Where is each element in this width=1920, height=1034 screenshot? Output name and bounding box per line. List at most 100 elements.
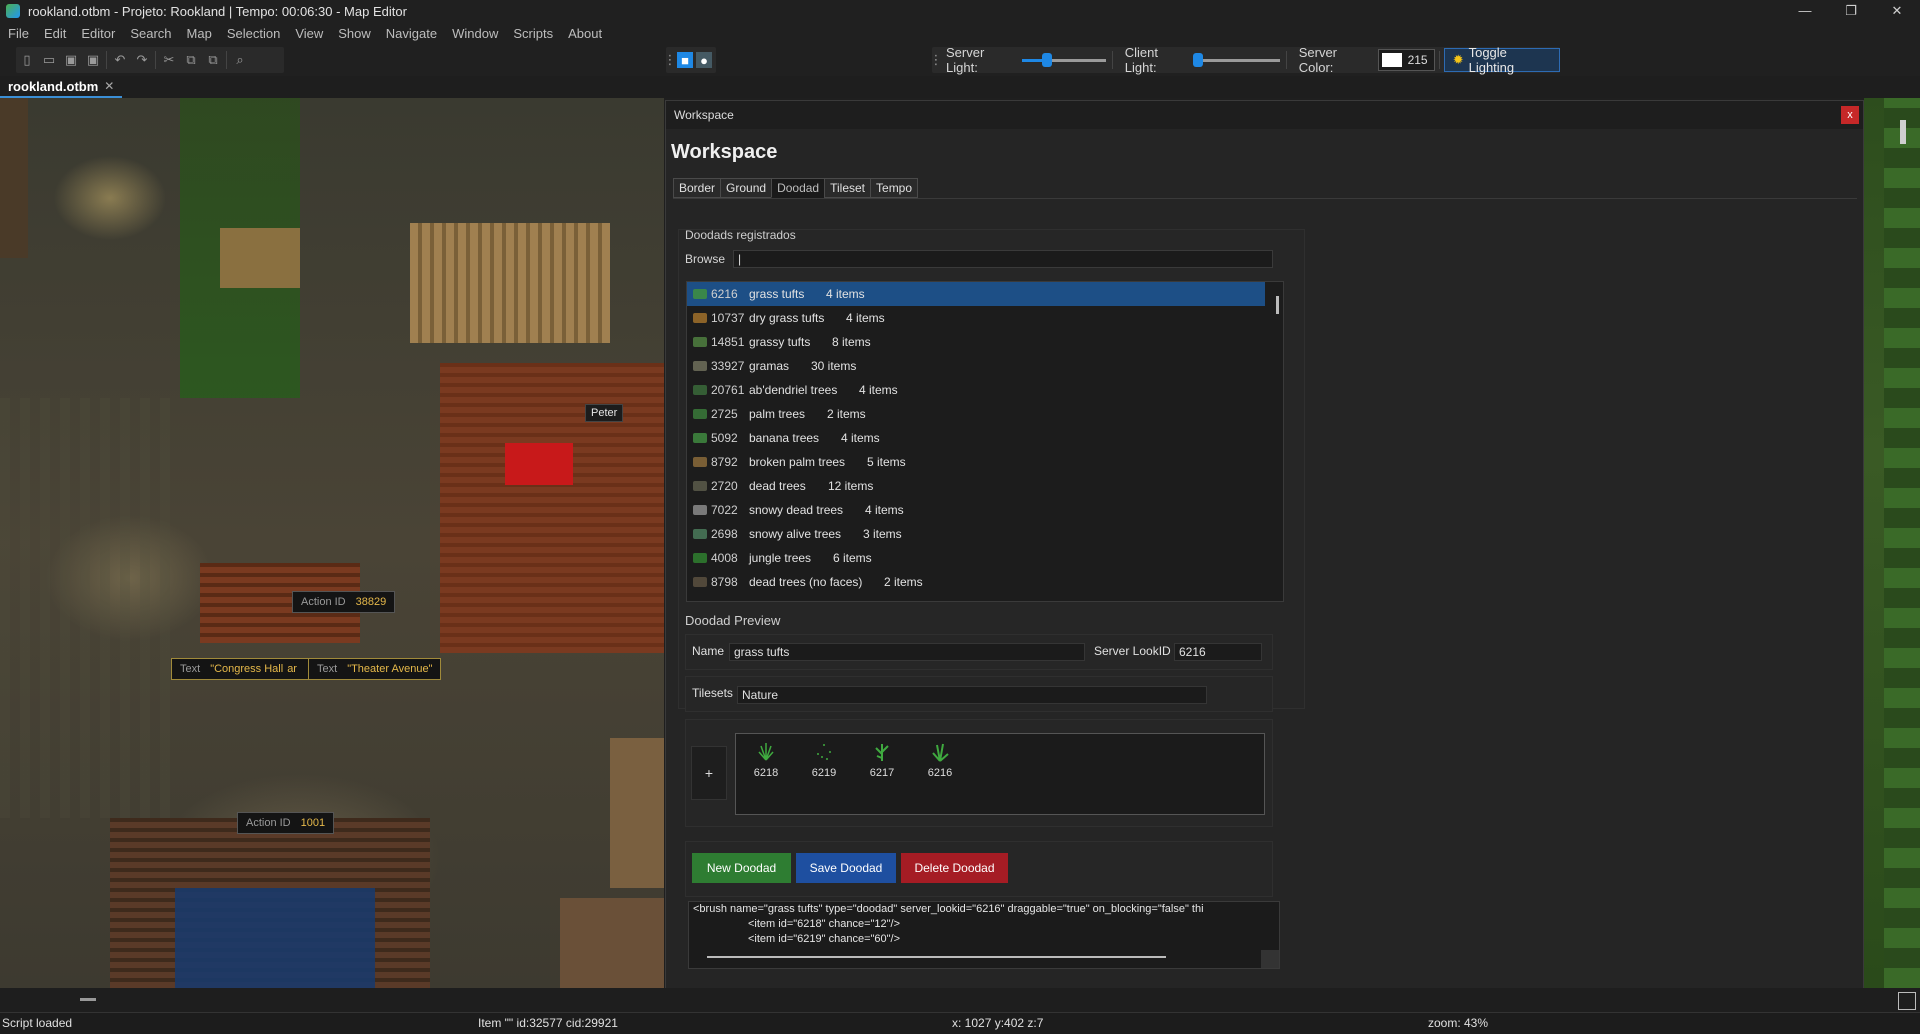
map-canvas[interactable]: Peter Action ID 38829 Text "Congress Hal… [0,98,664,988]
minimap-toggle-icon[interactable] [1898,992,1916,1010]
list-item[interactable]: 7022 snowy dead trees 4 items [687,498,1283,522]
toggle-lighting-button[interactable]: ✹ Toggle Lighting [1443,45,1561,75]
cut-icon[interactable]: ✂ [158,49,180,71]
tab-tempo[interactable]: Tempo [870,178,919,198]
xml-editor[interactable]: <brush name="grass tufts" type="doodad" … [688,901,1280,969]
client-light-slider[interactable] [1192,50,1280,70]
add-item-button[interactable]: + [691,746,727,800]
xml-hscrollbar[interactable] [707,956,1166,958]
grass-tuft-icon [929,740,951,762]
item-tile[interactable]: 6216 [920,740,960,779]
close-icon[interactable]: x [1841,106,1859,124]
close-tab-icon[interactable]: ✕ [104,79,114,93]
menu-edit[interactable]: Edit [44,26,66,41]
list-item[interactable]: 14851 grassy tufts 8 items [687,330,1283,354]
map-hscroll-thumb[interactable] [80,998,96,1001]
new-file-icon[interactable]: ▯ [16,49,38,71]
menu-editor[interactable]: Editor [81,26,115,41]
doodad-name: snowy alive trees [749,527,842,541]
menu-map[interactable]: Map [187,26,212,41]
list-item[interactable]: 20761 ab'dendriel trees 4 items [687,378,1283,402]
menu-search[interactable]: Search [130,26,171,41]
tab-doodad[interactable]: Doodad [771,178,825,198]
copy-icon[interactable]: ⧉ [180,49,202,71]
list-item[interactable]: 6216 grass tufts 4 items [687,282,1265,306]
list-item[interactable]: 10737 dry grass tufts 4 items [687,306,1283,330]
zoom-icon[interactable]: ⌕ [229,49,251,71]
menu-view[interactable]: View [295,26,323,41]
save-icon[interactable]: ▣ [60,49,82,71]
tilesets-input[interactable]: Nature [737,686,1207,704]
list-item[interactable]: 2720 dead trees 12 items [687,474,1283,498]
item-tile[interactable]: 6218 [746,740,786,779]
name-label: Name [692,644,725,658]
server-color-picker[interactable]: 215 [1377,49,1435,71]
registered-title: Doodads registrados [685,228,796,242]
menu-navigate[interactable]: Navigate [386,26,437,41]
document-tabs: rookland.otbm ✕ [0,76,1920,98]
status-bar: Script loaded Item "" id:32577 cid:29921… [0,1012,1920,1034]
doodad-name: gramas [749,359,790,373]
maximize-icon[interactable]: ❐ [1828,0,1874,22]
list-item[interactable]: 2698 snowy alive trees 3 items [687,522,1283,546]
close-icon[interactable]: ✕ [1874,0,1920,22]
minimize-icon[interactable]: — [1782,0,1828,22]
doodad-thumbnail-icon [693,289,707,299]
list-item[interactable]: 8792 broken palm trees 5 items [687,450,1283,474]
doodad-thumbnail-icon [693,481,707,491]
list-item[interactable]: 8798 dead trees (no faces) 2 items [687,570,1283,594]
file-tab[interactable]: rookland.otbm ✕ [0,76,123,98]
map-vscroll-thumb[interactable] [1900,120,1906,144]
list-item[interactable]: 4008 jungle trees 6 items [687,546,1283,570]
menu-file[interactable]: File [8,26,29,41]
tab-border[interactable]: Border [673,178,721,198]
doodad-thumbnail-icon [693,505,707,515]
doodad-count: 8 items [832,335,871,349]
menu-selection[interactable]: Selection [227,26,280,41]
lookid-input[interactable]: 6216 [1174,643,1262,661]
list-scrollbar[interactable] [1276,296,1279,314]
action-id-key: Action ID [301,596,346,608]
doodad-list[interactable]: 6216 grass tufts 4 items 10737 dry grass tuf… [686,281,1284,602]
save-as-icon[interactable]: ▣ [82,49,104,71]
item-tile[interactable]: 6219 [804,740,844,779]
tab-ground[interactable]: Ground [720,178,772,198]
list-item[interactable]: 33927 gramas 30 items [687,354,1283,378]
open-folder-icon[interactable]: ▭ [38,49,60,71]
tab-tileset[interactable]: Tileset [824,178,871,198]
menu-about[interactable]: About [568,26,602,41]
paste-icon[interactable]: ⧉ [202,49,224,71]
doodad-id: 8798 [711,575,738,589]
redo-icon[interactable]: ↷ [131,49,153,71]
menu-window[interactable]: Window [452,26,498,41]
delete-doodad-button[interactable]: Delete Doodad [901,853,1008,883]
item-id: 6219 [811,767,837,779]
list-item[interactable]: 2725 palm trees 2 items [687,402,1283,426]
drag-handle-icon[interactable]: ⋮ [664,49,677,71]
window-title: rookland.otbm - Projeto: Rookland | Temp… [28,3,407,19]
server-light-slider[interactable] [1022,50,1106,70]
status-coords: x: 1027 y:402 z:7 [952,1016,1044,1030]
name-input[interactable]: grass tufts [729,643,1085,661]
new-doodad-button[interactable]: New Doodad [692,853,791,883]
workspace-title: Workspace [671,141,778,163]
item-id: 6216 [927,767,953,779]
list-item[interactable]: 5092 banana trees 4 items [687,426,1283,450]
menu-show[interactable]: Show [338,26,371,41]
xml-line: <item id="6218" chance="12"/> [693,918,901,930]
circle-select-icon[interactable]: ● [696,52,712,68]
sun-icon: ✹ [1452,52,1464,67]
map-building [560,898,664,988]
undo-icon[interactable]: ↶ [109,49,131,71]
save-doodad-button[interactable]: Save Doodad [796,853,896,883]
browse-input[interactable]: | [733,250,1273,268]
xml-vscrollbar[interactable] [1261,950,1279,968]
doodad-name: ab'dendriel trees [749,383,838,397]
rectangle-select-icon[interactable]: ■ [677,52,693,68]
toolbar-divider [1438,51,1440,69]
item-tile[interactable]: 6217 [862,740,902,779]
drag-handle-icon[interactable]: ⋮ [930,49,943,71]
map-canvas-right[interactable] [1864,98,1920,988]
menu-scripts[interactable]: Scripts [513,26,553,41]
doodad-name: dry grass tufts [749,311,825,325]
